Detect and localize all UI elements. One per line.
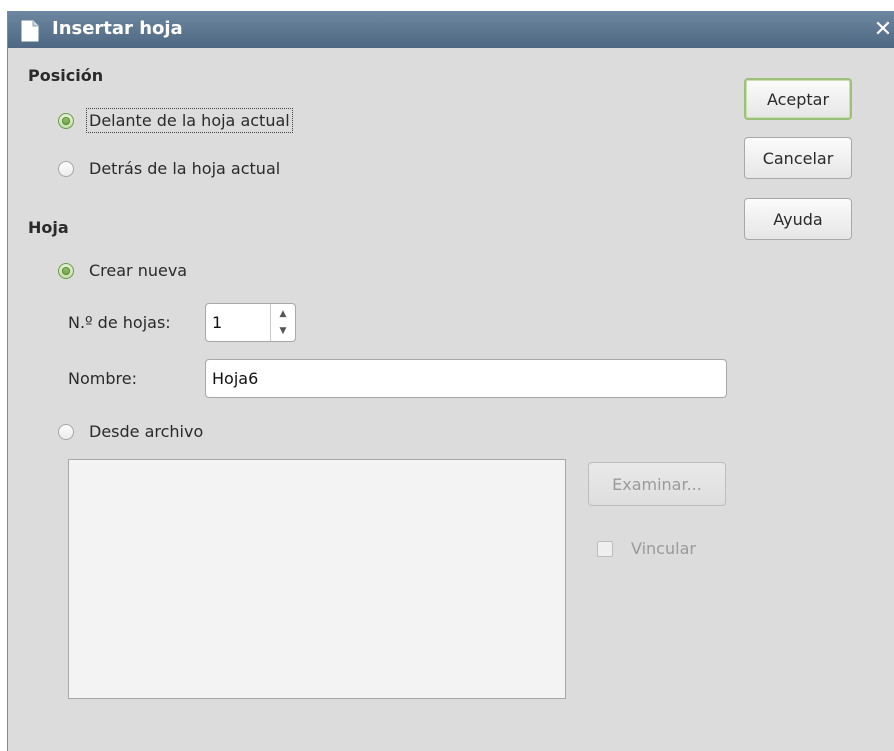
close-icon[interactable]: ✕ [872,11,894,48]
radio-button[interactable] [58,423,74,440]
link-checkbox[interactable] [597,540,613,557]
document-icon [21,20,39,42]
radio-create-new[interactable]: Crear nueva [58,261,187,280]
radio-after-current[interactable]: Detrás de la hoja actual [58,159,280,178]
radio-from-file-label: Desde archivo [89,422,204,441]
sheet-name-label: Nombre: [68,369,137,388]
spin-down-icon[interactable]: ▼ [271,322,295,340]
radio-button[interactable] [58,160,74,177]
dialog-title: Insertar hoja [52,18,183,39]
position-heading: Posición [28,66,104,85]
radio-button-checked[interactable] [58,112,74,129]
file-sheets-list[interactable] [68,459,566,699]
link-checkbox-row[interactable]: Vincular [597,539,696,558]
sheet-count-spinbox[interactable]: 1 ▲ ▼ [205,303,296,342]
radio-from-file[interactable]: Desde archivo [58,422,203,441]
insert-sheet-dialog: Insertar hoja ✕ Posición Delante de la h… [7,11,894,751]
sheet-heading: Hoja [28,218,69,237]
spin-up-icon[interactable]: ▲ [271,305,295,323]
ok-button[interactable]: Aceptar [744,78,852,120]
radio-before-current[interactable]: Delante de la hoja actual [58,108,293,133]
help-button[interactable]: Ayuda [744,198,852,240]
radio-before-label: Delante de la hoja actual [86,108,293,133]
radio-after-label: Detrás de la hoja actual [89,159,281,178]
sheet-name-input[interactable] [205,359,727,398]
cancel-button[interactable]: Cancelar [744,137,852,179]
sheet-count-value[interactable]: 1 [212,313,222,332]
radio-button-checked[interactable] [58,262,74,279]
radio-create-new-label: Crear nueva [89,261,188,280]
title-bar[interactable]: Insertar hoja ✕ [8,11,894,48]
sheet-count-label: N.º de hojas: [68,313,171,332]
browse-button[interactable]: Examinar... [588,462,726,506]
link-label: Vincular [631,539,696,558]
